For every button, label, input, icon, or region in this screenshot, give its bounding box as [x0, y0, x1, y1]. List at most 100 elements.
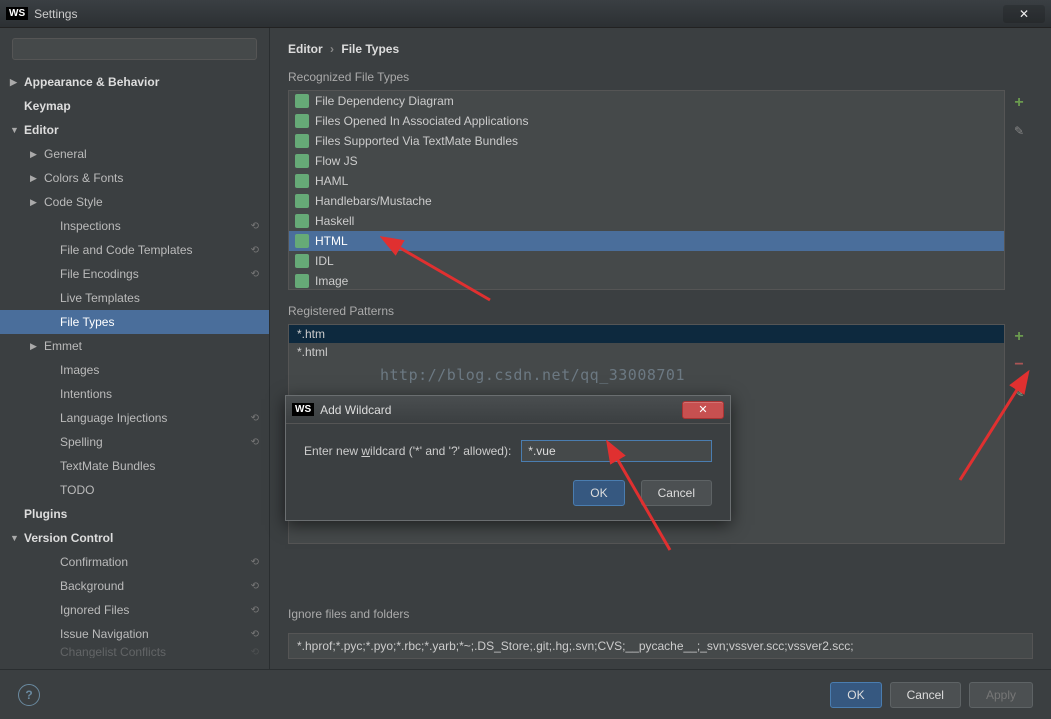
wildcard-input[interactable]: [521, 440, 712, 462]
filetype-row[interactable]: Files Opened In Associated Applications: [289, 111, 1004, 131]
reset-icon: ⟲: [251, 269, 259, 280]
filetype-row[interactable]: Image: [289, 271, 1004, 290]
sidebar-item-label: Colors & Fonts: [44, 171, 123, 185]
sidebar-item-colors-fonts[interactable]: ▶Colors & Fonts: [0, 166, 269, 190]
patterns-toolbar: + − ✎: [1005, 324, 1033, 593]
filetype-icon: [295, 274, 309, 288]
filetype-row[interactable]: Files Supported Via TextMate Bundles: [289, 131, 1004, 151]
reset-icon: ⟲: [251, 437, 259, 448]
expand-arrow-icon: ▶: [30, 341, 42, 352]
sidebar-item-label: TODO: [60, 483, 94, 497]
add-filetype-button[interactable]: +: [1010, 94, 1028, 112]
dialog-cancel-button[interactable]: Cancel: [641, 480, 712, 506]
filetype-row[interactable]: Handlebars/Mustache: [289, 191, 1004, 211]
breadcrumb-separator: ›: [330, 42, 334, 56]
dialog-badge: WS: [292, 403, 314, 416]
sidebar-item-textmate-bundles[interactable]: TextMate Bundles: [0, 454, 269, 478]
sidebar-item-spelling[interactable]: Spelling ⟲: [0, 430, 269, 454]
sidebar-item-version-control[interactable]: ▼Version Control: [0, 526, 269, 550]
expand-arrow-icon: ▶: [30, 149, 42, 160]
filetype-row[interactable]: Haskell: [289, 211, 1004, 231]
sidebar-item-appearance-behavior[interactable]: ▶Appearance & Behavior: [0, 70, 269, 94]
dialog-title-text: Add Wildcard: [320, 403, 391, 417]
window-title: Settings: [34, 7, 77, 21]
sidebar-item-inspections[interactable]: Inspections ⟲: [0, 214, 269, 238]
app-badge: WS: [6, 7, 28, 20]
settings-tree: ▶Appearance & BehaviorKeymap▼Editor▶Gene…: [0, 70, 269, 669]
expand-arrow-icon: ▶: [30, 173, 42, 184]
sidebar-item-live-templates[interactable]: Live Templates: [0, 286, 269, 310]
breadcrumb: Editor › File Types: [288, 42, 1033, 56]
sidebar-item-file-and-code-templates[interactable]: File and Code Templates⟲: [0, 238, 269, 262]
sidebar-item-label: File Types: [60, 315, 114, 329]
cancel-button[interactable]: Cancel: [890, 682, 961, 708]
filetype-label: Handlebars/Mustache: [315, 194, 432, 208]
sidebar-item-label: Background: [60, 579, 124, 593]
filetype-icon: [295, 234, 309, 248]
apply-button[interactable]: Apply: [969, 682, 1033, 708]
sidebar-item-file-encodings[interactable]: File Encodings⟲: [0, 262, 269, 286]
filetype-row[interactable]: HAML: [289, 171, 1004, 191]
sidebar-item-label: Images: [60, 363, 99, 377]
sidebar-item-ignored-files[interactable]: Ignored Files⟲: [0, 598, 269, 622]
settings-search-input[interactable]: [12, 38, 257, 60]
sidebar-item-intentions[interactable]: Intentions: [0, 382, 269, 406]
sidebar-item-keymap[interactable]: Keymap: [0, 94, 269, 118]
pattern-row[interactable]: *.htm: [289, 325, 1004, 343]
filetype-label: HTML: [315, 234, 348, 248]
sidebar-item-code-style[interactable]: ▶Code Style: [0, 190, 269, 214]
settings-content: Editor › File Types Recognized File Type…: [270, 28, 1051, 669]
filetype-icon: [295, 174, 309, 188]
help-button[interactable]: ?: [18, 684, 40, 706]
reset-icon: ⟲: [251, 605, 259, 616]
sidebar-item-changelist-conflicts[interactable]: Changelist Conflicts⟲: [0, 646, 269, 658]
filetype-row[interactable]: File Dependency Diagram: [289, 91, 1004, 111]
sidebar-item-emmet[interactable]: ▶Emmet: [0, 334, 269, 358]
sidebar-item-label: Issue Navigation: [60, 627, 149, 641]
sidebar-item-language-injections[interactable]: Language Injections⟲: [0, 406, 269, 430]
filetype-row[interactable]: Flow JS: [289, 151, 1004, 171]
sidebar-item-label: Inspections: [60, 219, 121, 233]
reset-icon: ⟲: [251, 221, 259, 232]
remove-pattern-button[interactable]: −: [1010, 356, 1028, 374]
sidebar-item-file-types[interactable]: File Types: [0, 310, 269, 334]
recognized-filetypes-list[interactable]: File Dependency Diagram Files Opened In A…: [288, 90, 1005, 290]
ignore-files-input[interactable]: [288, 633, 1033, 659]
filetype-row[interactable]: HTML: [289, 231, 1004, 251]
sidebar-item-label: Emmet: [44, 339, 82, 353]
edit-pattern-button[interactable]: ✎: [1010, 384, 1028, 402]
edit-filetype-button[interactable]: ✎: [1010, 122, 1028, 140]
filetype-icon: [295, 154, 309, 168]
breadcrumb-root: Editor: [288, 42, 323, 56]
sidebar-item-confirmation[interactable]: Confirmation⟲: [0, 550, 269, 574]
sidebar-item-images[interactable]: Images: [0, 358, 269, 382]
reset-icon: ⟲: [251, 647, 259, 658]
filetype-row[interactable]: IDL: [289, 251, 1004, 271]
sidebar-item-label: Appearance & Behavior: [24, 75, 159, 89]
dialog-ok-button[interactable]: OK: [573, 480, 624, 506]
sidebar-item-label: File and Code Templates: [60, 243, 193, 257]
sidebar-item-plugins[interactable]: Plugins: [0, 502, 269, 526]
sidebar-item-editor[interactable]: ▼Editor: [0, 118, 269, 142]
sidebar-item-label: Spelling: [60, 435, 103, 449]
sidebar-item-label: Version Control: [24, 531, 113, 545]
sidebar-item-general[interactable]: ▶General: [0, 142, 269, 166]
filetype-icon: [295, 194, 309, 208]
pattern-row[interactable]: *.html: [289, 343, 1004, 361]
filetype-label: Image: [315, 274, 348, 288]
window-titlebar: WS Settings ✕: [0, 0, 1051, 28]
ok-button[interactable]: OK: [830, 682, 881, 708]
sidebar-item-issue-navigation[interactable]: Issue Navigation⟲: [0, 622, 269, 646]
filetypes-toolbar: + ✎: [1005, 90, 1033, 290]
sidebar-item-background[interactable]: Background⟲: [0, 574, 269, 598]
expand-arrow-icon: ▶: [30, 197, 42, 208]
sidebar-item-label: Language Injections: [60, 411, 167, 425]
add-pattern-button[interactable]: +: [1010, 328, 1028, 346]
recognized-filetypes-label: Recognized File Types: [288, 70, 1033, 84]
dialog-close-button[interactable]: ✕: [682, 401, 724, 419]
expand-arrow-icon: ▶: [10, 77, 22, 88]
window-close-button[interactable]: ✕: [1003, 5, 1045, 23]
filetype-label: File Dependency Diagram: [315, 94, 454, 108]
settings-footer: ? OK Cancel Apply: [0, 669, 1051, 719]
sidebar-item-todo[interactable]: TODO: [0, 478, 269, 502]
